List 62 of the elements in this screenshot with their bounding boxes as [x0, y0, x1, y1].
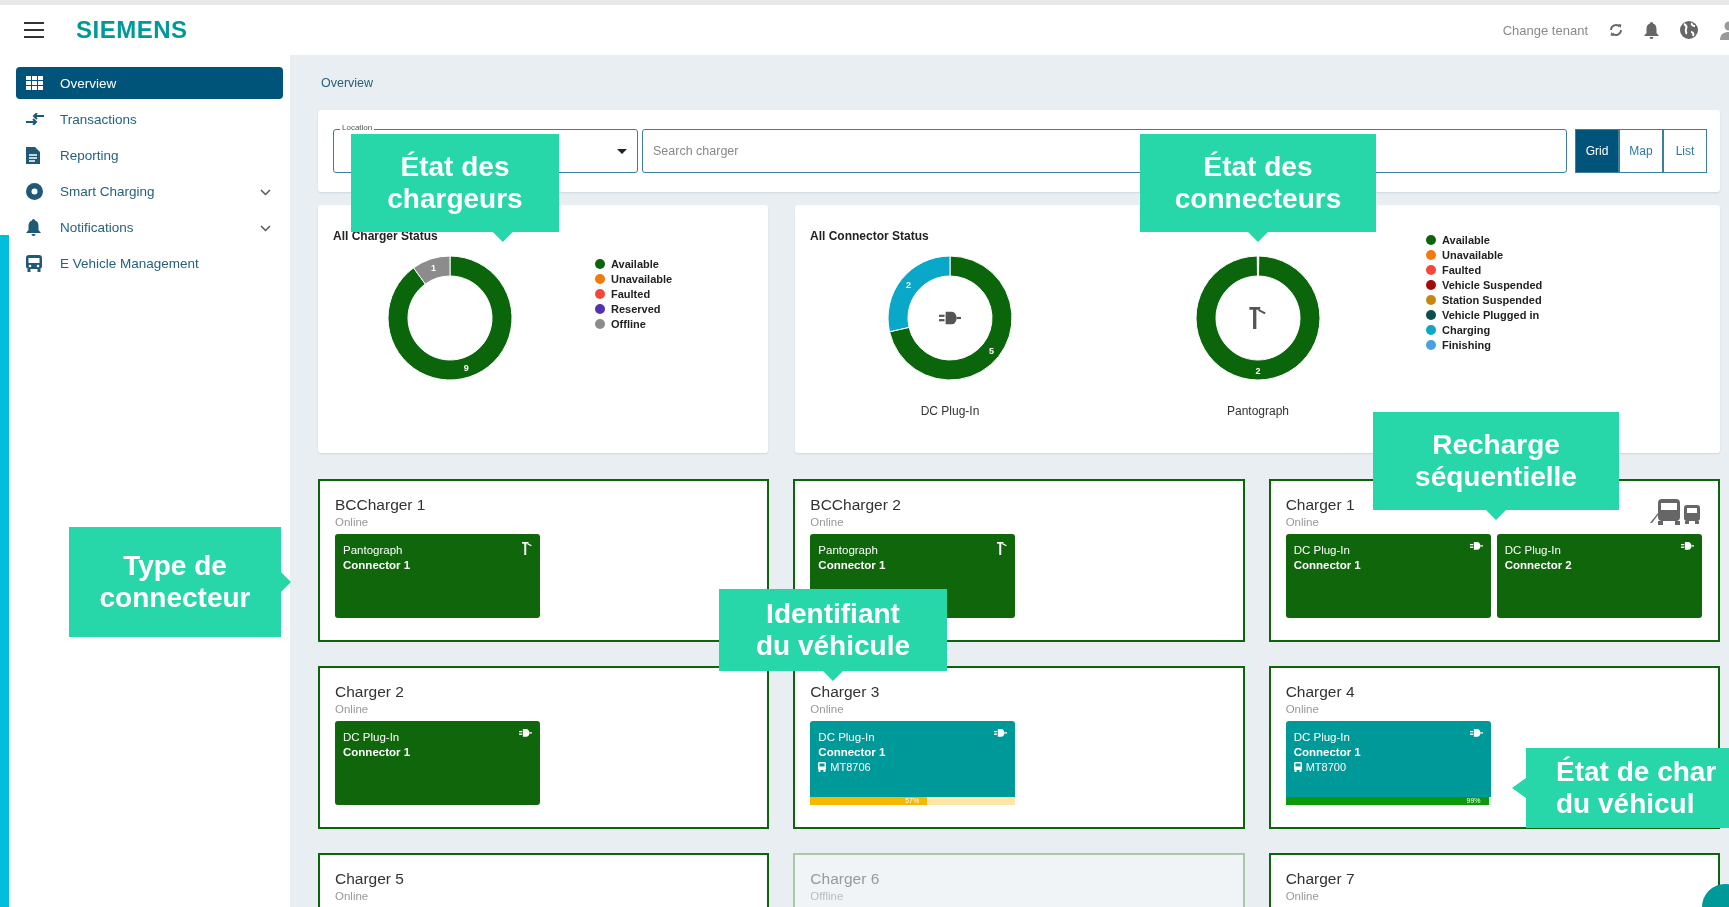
vehicle-id: MT8706	[830, 761, 871, 773]
legend-label: Available	[611, 258, 659, 270]
charger-name: Charger 7	[1285, 869, 1355, 889]
annotation-tooltip: Type de connecteur	[69, 527, 291, 637]
slice-value: 5	[988, 346, 994, 357]
slice-value: 2	[906, 279, 912, 290]
chart-title: All Charger Status	[333, 229, 438, 243]
legend-label: Available	[1442, 234, 1490, 246]
legend-label: Unavailable	[611, 273, 673, 285]
charger-status: Online	[335, 516, 370, 528]
annotation-tooltip: Recharge séquentielle	[1373, 412, 1619, 520]
charger-name: BCCharger 2	[810, 495, 901, 515]
legend-label: Unavailable	[1442, 249, 1504, 261]
legend-label: Station Suspended	[1442, 294, 1542, 306]
annotation-tooltip: État de char du véhicul	[1512, 748, 1729, 828]
charger-name: Charger 4	[1285, 682, 1355, 702]
charger-status: Online	[810, 516, 845, 528]
connector-type: Pantograph	[818, 544, 878, 556]
connector-type: DC Plug-In	[1504, 544, 1561, 556]
connector-type: DC Plug-In	[818, 731, 875, 743]
slice-value: 9	[463, 363, 469, 374]
legend-label: Faulted	[1442, 264, 1482, 276]
charger-status: Online	[810, 703, 845, 715]
charger-status: Online	[1285, 516, 1320, 528]
chart-label: DC Plug-In	[920, 404, 980, 418]
charger-name: BCCharger 1	[335, 495, 426, 515]
charger-name: Charger 1	[1285, 495, 1355, 515]
connector-name: Connector 2	[1504, 559, 1572, 571]
annotation-tooltip: État des connecteurs	[1140, 134, 1376, 242]
connector-name: Connector 1	[343, 559, 411, 571]
slice-value: 1	[431, 262, 437, 273]
chart-title: All Connector Status	[810, 229, 929, 243]
vehicle-id: MT8700	[1305, 761, 1346, 773]
chart-label: Pantograph	[1226, 404, 1290, 418]
charger-name: Charger 5	[335, 869, 404, 889]
charger-name: Charger 6	[810, 869, 880, 889]
connector-type: DC Plug-In	[1293, 731, 1350, 743]
charger-status: Online	[1285, 703, 1320, 715]
legend-label: Vehicle Suspended	[1442, 279, 1543, 291]
connector-name: Connector 1	[1293, 746, 1361, 758]
connector-name: Connector 1	[343, 746, 411, 758]
charger-status: Offline	[810, 890, 845, 902]
legend-label: Faulted	[611, 288, 651, 300]
charger-status: Online	[335, 703, 370, 715]
legend-label: Finishing	[1442, 339, 1491, 351]
legend-label: Offline	[611, 318, 646, 330]
charger-name: Charger 3	[810, 682, 880, 702]
connector-name: Connector 1	[818, 746, 886, 758]
legend-label: Vehicle Plugged in	[1442, 309, 1540, 321]
connector-name: Connector 1	[1293, 559, 1361, 571]
logo: SIEMENS	[76, 16, 188, 44]
connector-type: DC Plug-In	[1293, 544, 1350, 556]
legend-label: Charging	[1442, 324, 1491, 336]
connector-name: Connector 1	[818, 559, 886, 571]
legend-label: Reserved	[611, 303, 661, 315]
charger-status: Online	[1285, 890, 1320, 902]
connector-type: Pantograph	[343, 544, 403, 556]
connector-type: DC Plug-In	[343, 731, 400, 743]
charger-name: Charger 2	[335, 682, 404, 702]
charger-status: Online	[335, 890, 370, 902]
annotation-tooltip: Identifiant du véhicule	[719, 589, 947, 681]
slice-value: 2	[1255, 366, 1261, 376]
